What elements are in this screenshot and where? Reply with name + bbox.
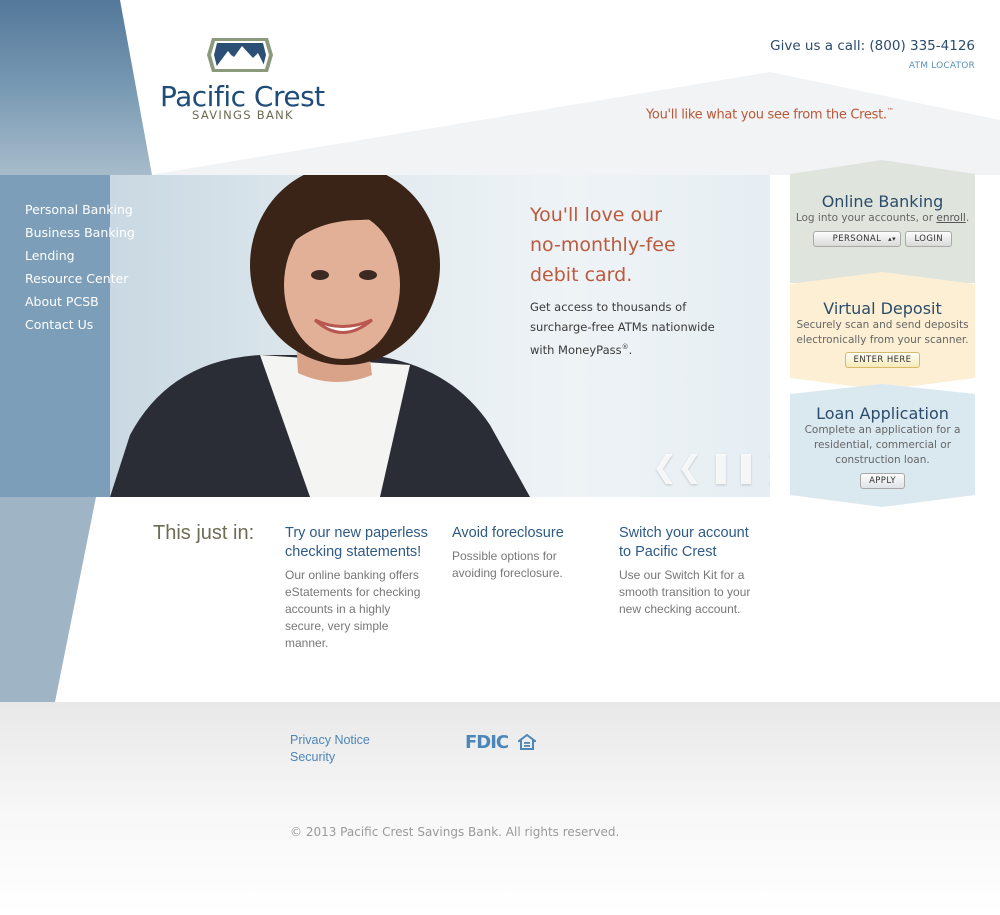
atm-locator-link[interactable]: ATM LOCATOR [909,61,975,71]
virtual-deposit-actions: ENTER HERE [790,351,975,369]
news-item: Switch your account to Pacific Crest Use… [619,524,764,618]
news-title-link[interactable]: Avoid foreclosure [452,524,597,543]
nav-business-banking[interactable]: Business Banking [25,225,135,240]
news-body: Our online banking offers eStatements fo… [285,568,421,650]
next-slide-icon[interactable]: ❯❯ [765,453,770,483]
registered-mark: ® [621,343,629,351]
footer-links: Privacy Notice Security [290,732,370,766]
virtual-deposit-text: Securely scan and send deposits electron… [790,318,975,348]
enroll-link[interactable]: enroll [936,212,965,224]
select-arrow-icon: ▴▾ [888,234,896,243]
hero-photo-woman [110,175,530,497]
hero-banner[interactable]: You'll love our no-monthly-fee debit car… [110,175,770,497]
main-nav: Personal Banking Business Banking Lendin… [25,201,135,339]
news-item: Avoid foreclosure Possible options for a… [452,524,597,582]
brand-subtitle: SAVINGS BANK [192,108,294,122]
loan-application-text-line-1: Complete an application for a [804,424,961,436]
hero-heading-line-3: debit card. [530,264,633,286]
hero-heading-line-1: You'll love our [530,204,662,226]
account-type-select[interactable]: PERSONAL ▴▾ [812,230,901,247]
tagline: You'll like what you see from the Crest.… [646,107,894,123]
hero-heading: You'll love our no-monthly-fee debit car… [530,200,750,290]
hero-text-line-3-main: with MoneyPass [530,342,622,357]
nav-lending[interactable]: Lending [25,248,75,263]
security-link[interactable]: Security [290,749,370,766]
online-banking-title: Online Banking [821,192,944,211]
prev-slide-icon[interactable]: ❮❮ [652,453,702,483]
footer: Privacy Notice Security FDIC © 2013 Paci… [0,702,1000,915]
news-label: This just in: [153,522,255,544]
pause-slide-icon[interactable]: ❚❚ [708,453,758,483]
nav-about-pcsb[interactable]: About PCSB [25,294,99,309]
hero-heading-line-2: no-monthly-fee [530,234,676,256]
copyright: © 2013 Pacific Crest Savings Bank. All r… [290,825,620,839]
online-banking-form: PERSONAL ▴▾ LOGIN [790,230,975,248]
slider-controls: ❮❮ ❚❚ ❯❯ [652,453,770,483]
call-line: Give us a call: (800) 335-4126 [770,38,975,54]
virtual-deposit-title: Virtual Deposit [823,299,942,318]
loan-application-title: Loan Application [816,404,949,423]
online-banking-text-main: Log into your accounts, or [795,212,937,224]
news-body: Use our Switch Kit for a smooth transiti… [619,568,751,616]
fdic-badges: FDIC [465,732,537,753]
hero-text-period: . [628,342,633,357]
online-banking-panel: Online Banking Log into your accounts, o… [790,160,975,283]
loan-application-text: Complete an application for a residentia… [790,423,975,468]
nav-personal-banking[interactable]: Personal Banking [25,202,133,217]
news-item: Try our new paperless checking statement… [285,524,430,652]
hero-text-line-3: with MoneyPass®. [530,337,730,360]
call-label: Give us a call: [770,38,870,54]
loan-application-panel: Loan Application Complete an application… [790,384,975,507]
virtual-deposit-text-line-2: electronically from your scanner. [796,334,969,346]
loan-application-text-line-3: construction loan. [835,454,930,466]
privacy-notice-link[interactable]: Privacy Notice [290,732,370,749]
login-button[interactable]: LOGIN [905,230,953,247]
news-title-link[interactable]: Switch your account to Pacific Crest [619,524,764,562]
loan-application-actions: APPLY [790,472,975,490]
logo[interactable]: Pacific Crest SAVINGS BANK [160,36,325,126]
trademark-mark: ™ [886,107,894,115]
nav-resource-center[interactable]: Resource Center [25,271,128,286]
account-type-value: PERSONAL [832,233,882,244]
apply-button[interactable]: APPLY [860,472,905,489]
virtual-deposit-panel: Virtual Deposit Securely scan and send d… [790,272,975,390]
hero-text-line-2: surcharge-free ATMs nationwide [530,320,715,334]
virtual-deposit-text-line-1: Securely scan and send deposits [796,319,969,331]
hero-text: Get access to thousands of surcharge-fre… [530,297,730,360]
nav-contact-us[interactable]: Contact Us [25,317,93,332]
loan-application-text-line-2: residential, commercial or [813,439,952,451]
online-banking-text-period: . [965,212,970,224]
hero-text-line-1: Get access to thousands of [530,300,687,314]
tagline-text: You'll like what you see from the Crest. [646,107,887,123]
mountain-logo-icon [207,38,273,72]
online-banking-text: Log into your accounts, or enroll. [790,211,975,226]
fdic-logo: FDIC [465,732,509,753]
news-body: Possible options for avoiding foreclosur… [452,549,563,580]
news-title-link[interactable]: Try our new paperless checking statement… [285,524,430,562]
phone-link[interactable]: (800) 335-4126 [869,38,975,54]
equal-housing-lender-icon [518,733,537,750]
enter-here-button[interactable]: ENTER HERE [844,351,921,368]
